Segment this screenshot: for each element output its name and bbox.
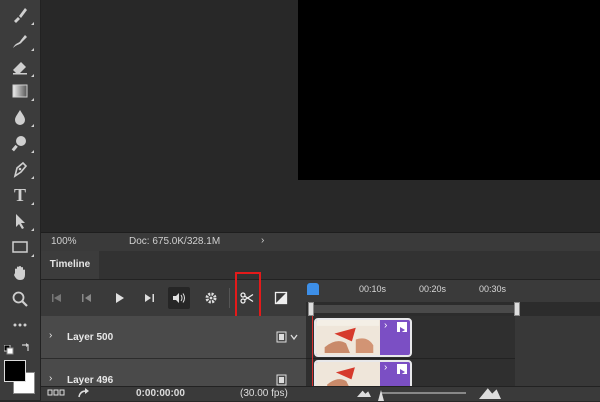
path-select-icon[interactable] <box>8 210 34 232</box>
clip-end-marker-icon[interactable] <box>397 322 407 333</box>
timeline-zoom-slider[interactable] <box>381 392 466 394</box>
next-frame-icon[interactable] <box>138 287 160 309</box>
rectangle-icon[interactable] <box>8 236 34 258</box>
current-time[interactable]: 0:00:00:00 <box>136 388 185 399</box>
pen-icon[interactable] <box>8 158 34 180</box>
clone-stamp-icon[interactable] <box>8 30 34 52</box>
layer-name: Layer 500 <box>67 332 114 343</box>
timeline-ruler[interactable]: 00:10s 00:20s 00:30s <box>306 280 600 316</box>
tools-panel: T <box>0 0 41 400</box>
zoom-out-timeline-icon[interactable] <box>357 390 371 397</box>
previous-frame-icon[interactable] <box>76 287 98 309</box>
more-tools-icon[interactable] <box>8 314 32 336</box>
go-to-first-frame-icon[interactable] <box>46 287 68 309</box>
expand-chevron-icon[interactable]: › <box>49 373 52 384</box>
foreground-color-swatch[interactable] <box>4 360 26 382</box>
zoom-level[interactable]: 100% <box>51 236 77 247</box>
clip-thumbnail <box>316 320 380 355</box>
dodge-icon[interactable] <box>8 132 34 154</box>
work-area-range <box>310 305 518 313</box>
film-strip-icon[interactable] <box>276 331 300 346</box>
video-clip[interactable]: › <box>314 318 412 357</box>
ruler-tick-label: 00:30s <box>479 284 507 294</box>
swap-colors-icon[interactable] <box>20 341 32 353</box>
zoom-icon[interactable] <box>8 288 32 310</box>
hand-icon[interactable] <box>8 262 32 284</box>
expand-chevron-icon[interactable]: › <box>49 330 52 341</box>
clip-chevron-icon[interactable]: › <box>384 362 387 373</box>
track-empty-area <box>515 316 600 386</box>
transition-icon[interactable] <box>270 287 292 309</box>
frame-rate: (30.00 fps) <box>240 388 288 399</box>
tab-timeline[interactable]: Timeline <box>41 251 99 279</box>
playhead-line <box>312 316 313 386</box>
work-area-start-handle[interactable] <box>308 302 314 316</box>
clip-end-marker-icon[interactable] <box>397 364 407 375</box>
highlight-box <box>235 272 261 322</box>
timeline-controls <box>41 280 306 316</box>
layer-row[interactable]: › Layer 500 <box>41 316 306 359</box>
document-canvas[interactable] <box>298 0 600 180</box>
type-icon[interactable]: T <box>8 184 34 206</box>
doc-size: Doc: 675.0K/328.1M <box>129 236 221 247</box>
timeline-footer: 0:00:00:00 (30.00 fps) <box>41 386 600 401</box>
work-area-bar[interactable] <box>306 302 600 316</box>
zoom-in-timeline-icon[interactable] <box>479 388 501 399</box>
default-colors-icon[interactable] <box>3 342 14 355</box>
ruler-tick-label: 00:20s <box>419 284 447 294</box>
gradient-icon[interactable] <box>8 80 34 102</box>
type-tool-glyph: T <box>13 184 26 205</box>
status-bar: 100% Doc: 675.0K/328.1M › <box>41 232 600 251</box>
clip-thumbnail <box>316 362 380 388</box>
settings-gear-icon[interactable] <box>200 287 222 309</box>
playhead-handle[interactable] <box>307 283 319 295</box>
audio-toggle-icon[interactable] <box>168 287 190 309</box>
ruler-tick-label: 00:10s <box>359 284 387 294</box>
layer-name: Layer 496 <box>67 375 114 386</box>
brush-icon[interactable] <box>8 4 34 26</box>
controls-divider <box>229 288 230 308</box>
status-menu-arrow[interactable]: › <box>261 235 264 246</box>
eraser-icon[interactable] <box>8 56 34 78</box>
layer-row[interactable]: › Layer 496 <box>41 359 306 387</box>
work-area-end-handle[interactable] <box>514 302 520 316</box>
play-icon[interactable] <box>108 287 130 309</box>
clip-chevron-icon[interactable]: › <box>384 320 387 331</box>
blur-icon[interactable] <box>8 106 34 128</box>
timeline-panel-header: Timeline <box>41 251 600 280</box>
